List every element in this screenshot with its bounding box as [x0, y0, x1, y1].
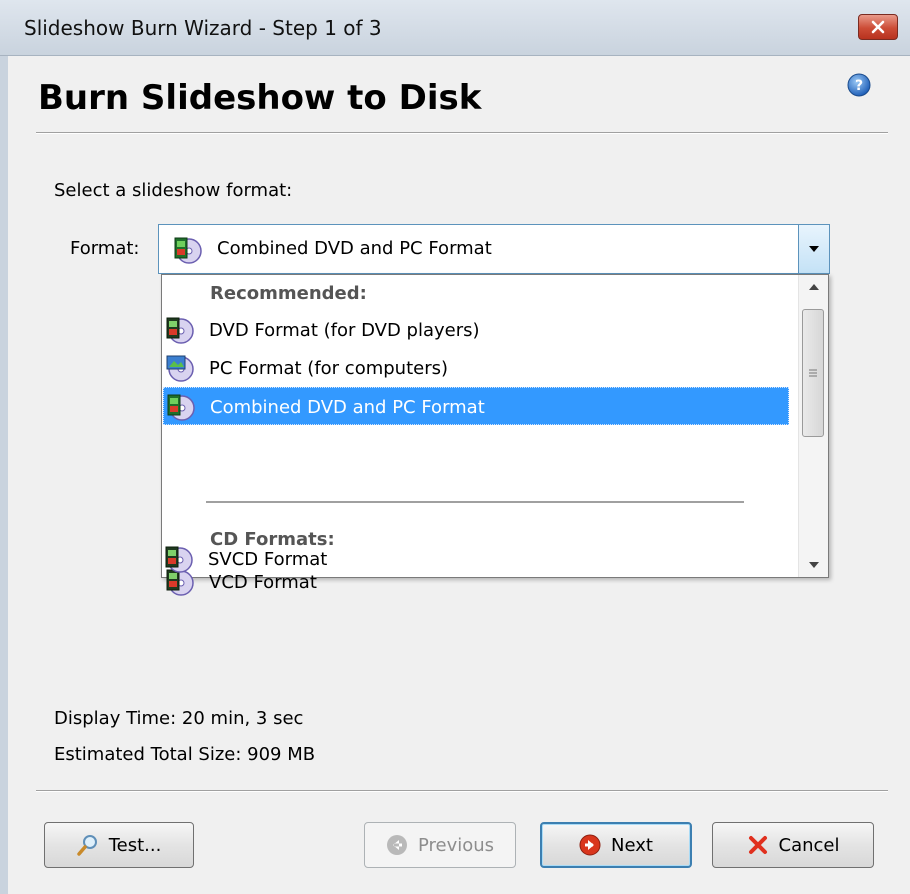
scroll-up-button[interactable]: [799, 275, 828, 299]
help-icon[interactable]: ?: [846, 72, 872, 98]
title-bar: Slideshow Burn Wizard - Step 1 of 3: [0, 0, 910, 56]
previous-button[interactable]: Previous: [364, 822, 516, 868]
cancel-button[interactable]: Cancel: [712, 822, 874, 868]
option-label: PC Format (for computers): [209, 358, 449, 379]
wizard-window: Slideshow Burn Wizard - Step 1 of 3 Burn…: [0, 0, 910, 894]
svcd-disc-icon: [165, 546, 193, 573]
format-options: Recommended: DVD Format (for DVD players…: [162, 275, 798, 596]
window-title: Slideshow Burn Wizard - Step 1 of 3: [24, 16, 382, 40]
previous-button-label: Previous: [417, 834, 495, 856]
format-combobox[interactable]: Combined DVD and PC Format: [158, 224, 830, 274]
list-item-combined-format[interactable]: Combined DVD and PC Format: [163, 387, 789, 425]
window-frame: [0, 56, 8, 894]
group-divider: [206, 501, 744, 503]
scroll-down-button[interactable]: [799, 553, 828, 577]
test-button-label: Test...: [108, 834, 162, 856]
cancel-button-label: Cancel: [778, 834, 840, 856]
footer-separator: [36, 790, 888, 792]
svg-text:?: ?: [855, 78, 863, 94]
next-button-label: Next: [611, 834, 653, 856]
wizard-content: Burn Slideshow to Disk ? Select a slides…: [8, 56, 910, 894]
list-item-svcd-format[interactable]: SVCD Format: [162, 540, 788, 578]
chevron-down-icon: [808, 562, 819, 568]
magnifier-icon: [76, 835, 97, 856]
list-item-dvd-format[interactable]: DVD Format (for DVD players): [163, 311, 789, 349]
header-separator: [36, 132, 888, 134]
dvd-disc-icon: [166, 317, 194, 344]
format-selected-value: Combined DVD and PC Format: [217, 238, 492, 259]
select-format-prompt: Select a slideshow format:: [54, 180, 293, 201]
next-button[interactable]: Next: [540, 822, 692, 868]
option-label: SVCD Format: [208, 549, 328, 570]
page-title: Burn Slideshow to Disk: [38, 78, 482, 118]
combined-disc-icon: [167, 394, 195, 421]
list-item-pc-format[interactable]: PC Format (for computers): [163, 349, 789, 387]
chevron-down-icon: [809, 246, 819, 252]
test-button[interactable]: Test...: [44, 822, 194, 868]
combined-disc-icon: [174, 237, 202, 264]
arrow-left-icon: [386, 835, 407, 855]
format-dropdown-list[interactable]: Recommended: DVD Format (for DVD players…: [161, 274, 829, 596]
scroll-thumb[interactable]: [802, 309, 824, 437]
arrow-right-icon: [579, 834, 601, 856]
pc-disc-icon: [166, 355, 194, 382]
format-label: Format:: [70, 238, 140, 259]
option-label: DVD Format (for DVD players): [209, 320, 480, 341]
close-button[interactable]: [858, 14, 898, 40]
grip-icon: [809, 369, 817, 377]
display-time: Display Time: 20 min, 3 sec: [54, 708, 304, 729]
group-heading-recommended: Recommended:: [210, 283, 367, 304]
dropdown-scrollbar[interactable]: [798, 275, 828, 577]
cancel-x-icon: [748, 836, 767, 854]
option-label: Combined DVD and PC Format: [210, 397, 485, 418]
estimated-total-size: Estimated Total Size: 909 MB: [54, 744, 316, 765]
format-dropdown-button[interactable]: [798, 225, 829, 273]
chevron-up-icon: [808, 284, 819, 290]
close-icon: [871, 20, 885, 34]
